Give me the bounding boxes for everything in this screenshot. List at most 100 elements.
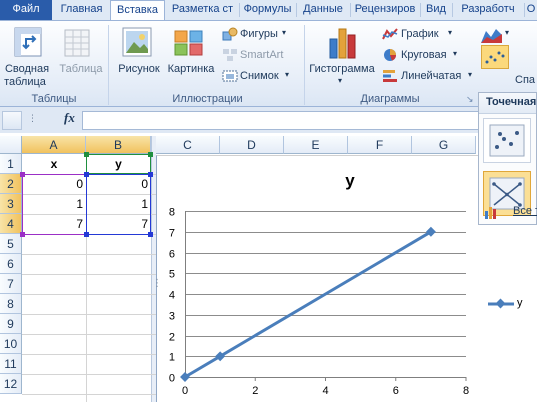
scatter-markers-only-icon bbox=[489, 124, 525, 157]
x-range-highlight bbox=[22, 174, 87, 235]
row-header-4[interactable]: 4 bbox=[0, 214, 22, 234]
range-handle[interactable] bbox=[84, 172, 89, 177]
cut-label-spa: Спа bbox=[515, 74, 536, 86]
pivot-table-button[interactable]: Сводная bbox=[4, 63, 50, 75]
y-tick-label: 1 bbox=[169, 352, 175, 364]
pivot-table-icon bbox=[14, 27, 42, 57]
range-handle[interactable] bbox=[20, 232, 25, 237]
tab-overflow[interactable]: О bbox=[525, 0, 537, 20]
row-header-7[interactable]: 7 bbox=[0, 274, 22, 294]
range-handle[interactable] bbox=[84, 232, 89, 237]
column-header-b[interactable]: B bbox=[86, 136, 151, 154]
tab-data[interactable]: Данные bbox=[297, 0, 349, 20]
pie-chart-button[interactable]: Круговая bbox=[401, 49, 447, 61]
charts-dialog-launcher-icon[interactable]: ↘ bbox=[466, 94, 474, 105]
area-chart-icon bbox=[481, 29, 502, 43]
tab-view[interactable]: Вид bbox=[421, 0, 451, 20]
range-handle[interactable] bbox=[84, 152, 89, 157]
row-header-11[interactable]: 11 bbox=[0, 354, 22, 374]
y-tick-label: 2 bbox=[169, 332, 175, 344]
row-header-1[interactable]: 1 bbox=[0, 154, 22, 174]
line-chart-button[interactable]: График bbox=[401, 28, 439, 40]
more-icon[interactable]: ⋮ bbox=[28, 113, 37, 124]
bar-chart-icon bbox=[383, 70, 397, 82]
tab-file[interactable]: Файл bbox=[0, 0, 52, 20]
row-header-8[interactable]: 8 bbox=[0, 294, 22, 314]
tab-home[interactable]: Главная bbox=[55, 0, 108, 20]
x-tick-label: 4 bbox=[322, 385, 328, 397]
area-chart-dropdown-icon[interactable]: ▾ bbox=[505, 28, 509, 37]
bar-chart-button[interactable]: Линейчатая bbox=[401, 70, 461, 82]
chart-title[interactable]: y bbox=[330, 171, 370, 191]
tab-insert[interactable]: Вставка bbox=[110, 0, 165, 21]
tab-review[interactable]: Рецензиров bbox=[351, 0, 419, 20]
formula-input[interactable] bbox=[82, 111, 537, 130]
fx-button[interactable]: fx bbox=[64, 110, 75, 126]
histogram-dropdown-icon[interactable]: ▾ bbox=[338, 76, 342, 85]
line-chart-icon bbox=[382, 28, 398, 40]
clipart-icon bbox=[174, 30, 203, 56]
column-header-c[interactable]: C bbox=[156, 136, 220, 154]
row-header-2[interactable]: 2 bbox=[0, 174, 22, 194]
tab-page-layout[interactable]: Разметка ст bbox=[167, 0, 238, 20]
legend-label[interactable]: y bbox=[517, 297, 523, 309]
x-tick-label: 8 bbox=[463, 385, 469, 397]
screenshot-icon bbox=[222, 70, 238, 82]
screenshot-button[interactable]: Снимок bbox=[240, 70, 279, 82]
row-header-3[interactable]: 3 bbox=[0, 194, 22, 214]
column-header-a[interactable]: A bbox=[22, 136, 86, 154]
range-handle[interactable] bbox=[20, 172, 25, 177]
dropdown-header: Точечная bbox=[486, 96, 537, 108]
bar-chart-dropdown-icon[interactable]: ▾ bbox=[468, 70, 472, 79]
series-name-highlight bbox=[86, 154, 151, 174]
clipart-button[interactable]: Картинка bbox=[164, 63, 218, 75]
chart-plot-area: 0 1 2 3 4 5 6 7 8 0 2 4 6 8 bbox=[169, 207, 469, 398]
ribbon-insert: Сводная таблица Таблица Таблицы Рисунок … bbox=[0, 20, 537, 107]
x-tick-label: 2 bbox=[252, 385, 258, 397]
tab-developer[interactable]: Разработч bbox=[453, 0, 523, 20]
tab-formulas[interactable]: Формулы bbox=[240, 0, 295, 20]
group-separator bbox=[108, 25, 109, 105]
group-separator bbox=[304, 25, 305, 105]
histogram-button[interactable]: Гистограмма bbox=[306, 63, 378, 75]
shapes-button[interactable]: Фигуры bbox=[240, 28, 278, 40]
row-header-6[interactable]: 6 bbox=[0, 254, 22, 274]
cell-a1[interactable]: x bbox=[22, 154, 86, 174]
group-label-tables: Таблицы bbox=[31, 93, 77, 105]
range-handle[interactable] bbox=[148, 152, 153, 157]
table-button[interactable]: Таблица bbox=[56, 63, 106, 75]
smartart-button[interactable]: SmartArt bbox=[240, 49, 283, 61]
scatter-chart-button[interactable] bbox=[481, 45, 509, 69]
picture-icon bbox=[122, 27, 152, 57]
range-handle[interactable] bbox=[148, 172, 153, 177]
column-header-e[interactable]: E bbox=[284, 136, 348, 154]
legend-marker-icon bbox=[488, 298, 514, 309]
column-header-f[interactable]: F bbox=[348, 136, 412, 154]
name-box[interactable] bbox=[2, 111, 22, 130]
shapes-icon bbox=[222, 27, 238, 41]
x-tick-label: 0 bbox=[182, 385, 188, 397]
range-handle[interactable] bbox=[148, 232, 153, 237]
all-chart-types-link[interactable]: Все т bbox=[513, 205, 537, 217]
row-header-10[interactable]: 10 bbox=[0, 334, 22, 354]
scatter-chart-icon bbox=[485, 51, 505, 64]
y-tick-label: 3 bbox=[169, 311, 175, 323]
line-chart-dropdown-icon[interactable]: ▾ bbox=[448, 28, 452, 37]
picture-button[interactable]: Рисунок bbox=[116, 63, 162, 75]
pie-chart-dropdown-icon[interactable]: ▾ bbox=[453, 49, 457, 58]
y-tick-label: 4 bbox=[169, 290, 175, 302]
shapes-dropdown-icon[interactable]: ▾ bbox=[282, 28, 286, 37]
y-tick-label: 6 bbox=[169, 249, 175, 261]
y-tick-label: 0 bbox=[169, 373, 175, 385]
scatter-markers-only-option[interactable] bbox=[483, 118, 531, 163]
column-header-g[interactable]: G bbox=[412, 136, 476, 154]
screenshot-dropdown-icon[interactable]: ▾ bbox=[285, 70, 289, 79]
column-header-d[interactable]: D bbox=[220, 136, 284, 154]
row-header-12[interactable]: 12 bbox=[0, 374, 22, 394]
y-range-highlight bbox=[86, 174, 151, 235]
y-tick-label: 8 bbox=[169, 207, 175, 219]
pie-chart-icon bbox=[384, 49, 396, 61]
row-header-5[interactable]: 5 bbox=[0, 234, 22, 254]
row-header-9[interactable]: 9 bbox=[0, 314, 22, 334]
select-all-button[interactable] bbox=[0, 136, 22, 154]
